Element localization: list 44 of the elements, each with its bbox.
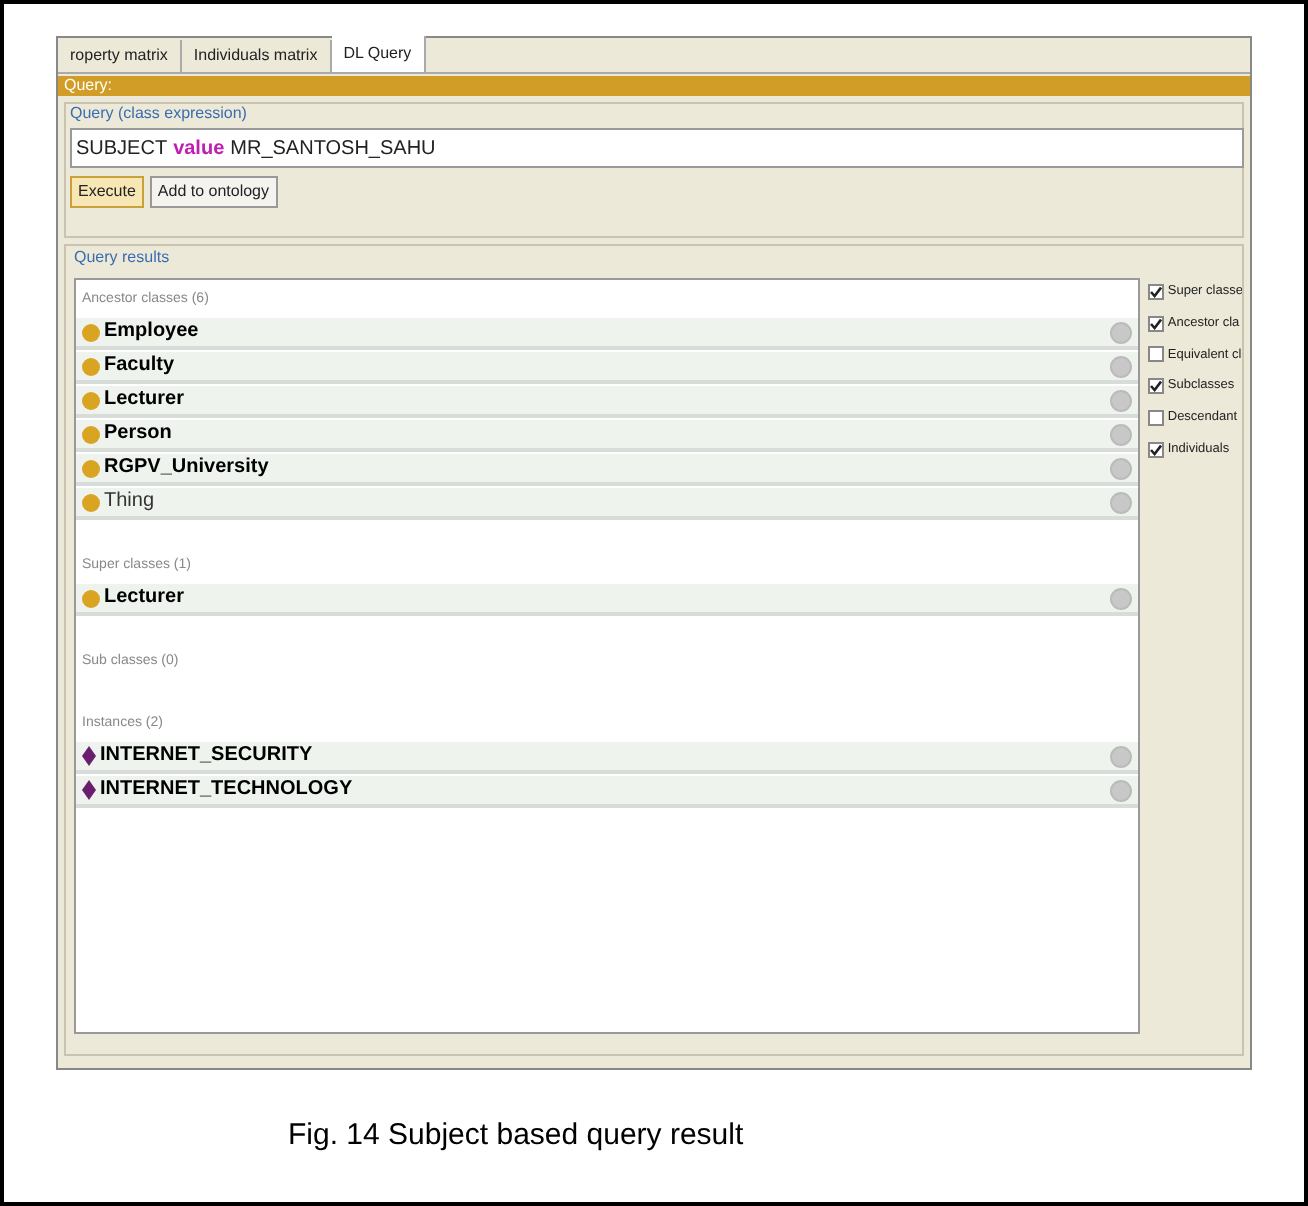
group-title: Query (class expression)	[70, 104, 249, 124]
expression-token: SUBJECT	[76, 135, 168, 163]
result-row[interactable]: Lecturer	[76, 386, 1138, 418]
result-label: INTERNET_SECURITY	[100, 746, 313, 766]
group-title: Query results	[74, 246, 172, 270]
figure-caption: Fig. 14 Subject based query result	[288, 1115, 744, 1156]
query-button[interactable]: Execute	[70, 176, 144, 208]
result-label: Lecturer	[104, 588, 185, 608]
expression-field[interactable]: SUBJECT value MR_SANTOSH_SAHU	[70, 128, 1244, 168]
result-label: Employee	[104, 322, 199, 342]
help-icon[interactable]	[1109, 491, 1132, 513]
help-icon[interactable]	[1109, 389, 1132, 411]
result-label: Thing	[104, 492, 155, 512]
option-checkbox[interactable]	[1147, 346, 1164, 363]
result-row[interactable]: Employee	[76, 318, 1138, 350]
help-icon[interactable]	[1109, 779, 1132, 801]
result-row[interactable]: Lecturer	[76, 584, 1138, 616]
help-icon[interactable]	[1109, 745, 1132, 767]
result-row[interactable]: Person	[76, 420, 1138, 452]
tab[interactable]: DL Query	[331, 36, 426, 72]
option-checkbox[interactable]	[1147, 378, 1164, 395]
option-checkbox[interactable]	[1147, 409, 1164, 426]
option-checkbox[interactable]	[1147, 315, 1164, 332]
help-icon[interactable]	[1109, 321, 1132, 343]
expression-token: MR_SANTOSH_SAHU	[230, 135, 436, 163]
help-icon[interactable]	[1109, 587, 1132, 609]
result-label: Faculty	[104, 356, 175, 376]
query-title-bar: Query:	[58, 76, 1250, 96]
result-label: RGPV_University	[104, 458, 269, 478]
help-icon[interactable]	[1109, 355, 1132, 377]
result-label: Person	[104, 424, 172, 444]
result-row[interactable]: INTERNET_TECHNOLOGY	[76, 776, 1138, 808]
expression-token: value	[173, 135, 225, 163]
result-row[interactable]: Faculty	[76, 352, 1138, 384]
help-icon[interactable]	[1109, 457, 1132, 479]
query-button[interactable]: Add to ontology	[149, 176, 278, 208]
result-row[interactable]: RGPV_University	[76, 454, 1138, 486]
result-label: Lecturer	[104, 390, 185, 410]
result-row[interactable]: Thing	[76, 488, 1138, 520]
result-row[interactable]: INTERNET_SECURITY	[76, 742, 1138, 774]
option-checkbox[interactable]	[1147, 283, 1164, 300]
result-label: INTERNET_TECHNOLOGY	[100, 780, 353, 800]
option-checkbox[interactable]	[1147, 441, 1164, 458]
help-icon[interactable]	[1109, 423, 1132, 445]
